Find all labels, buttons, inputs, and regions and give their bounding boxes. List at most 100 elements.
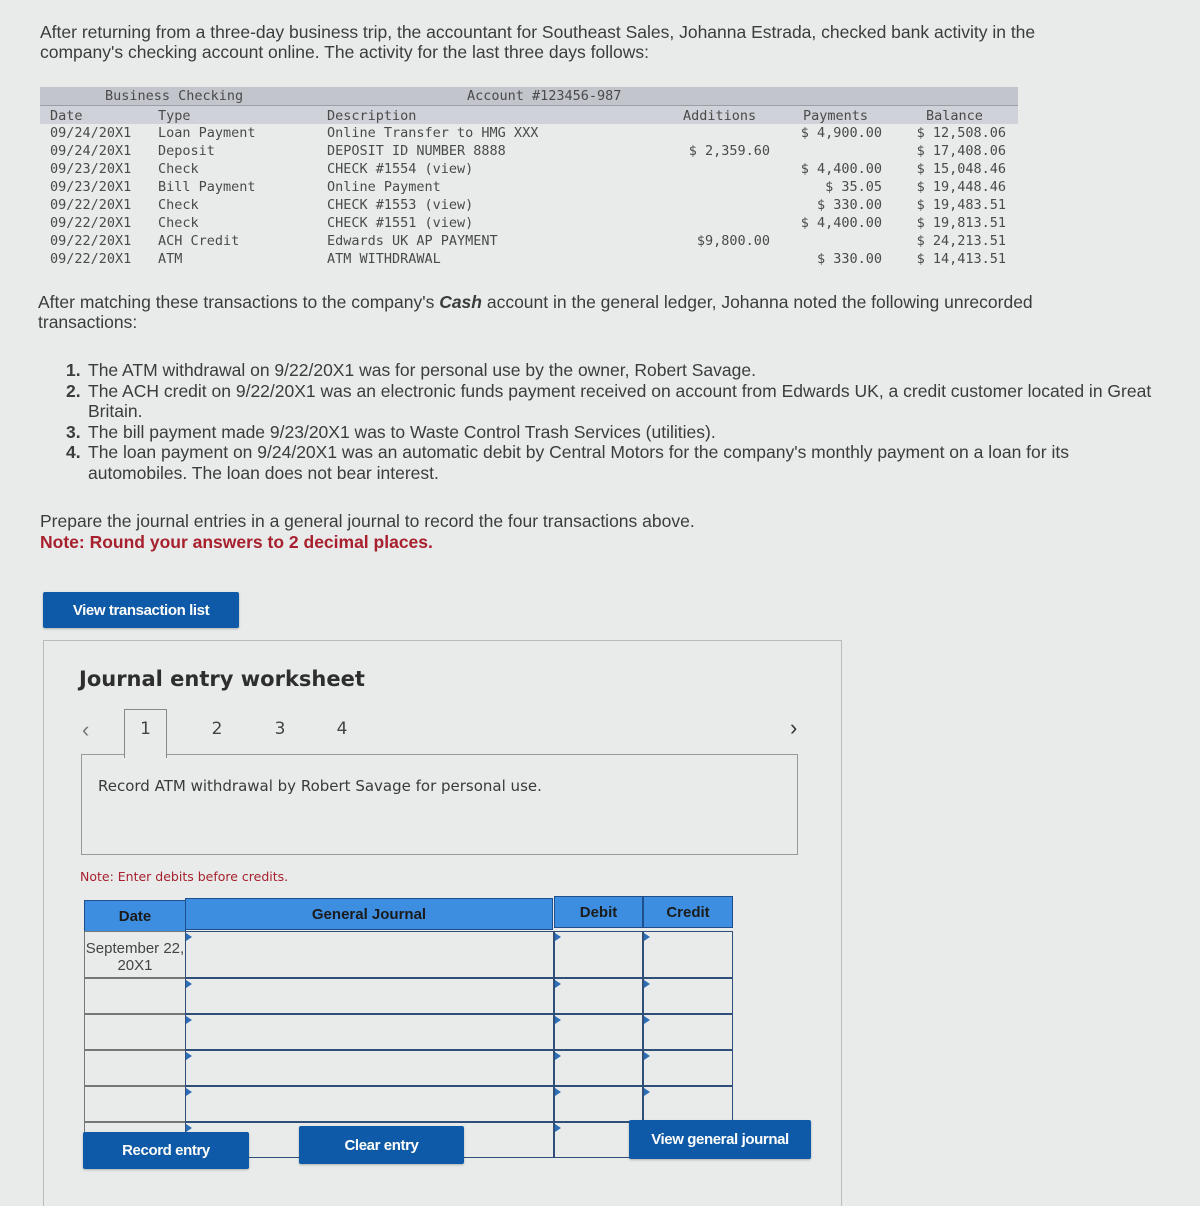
item-number: 1.	[66, 360, 81, 380]
header-debit: Debit	[554, 896, 643, 928]
credit-input[interactable]	[643, 1050, 733, 1086]
header-date: Date	[84, 900, 186, 932]
bank-row: 09/24/20X1 Loan Payment Online Transfer to…	[40, 124, 1018, 142]
row-description: Online Payment	[327, 179, 441, 195]
debit-input[interactable]	[554, 978, 643, 1014]
bank-row: 09/22/20X1 Check CHECK #1553 (view) $ 330.0…	[40, 196, 1018, 214]
list-item: 4. The loan payment on 9/24/20X1 was an a…	[66, 442, 1166, 483]
dropdown-marker-icon	[644, 1088, 650, 1096]
debit-input[interactable]	[554, 1014, 643, 1050]
chevron-left-icon[interactable]: ‹	[82, 717, 89, 743]
clear-entry-button[interactable]: Clear entry	[299, 1126, 464, 1164]
header-description: Description	[327, 108, 417, 124]
row-balance: $ 19,448.46	[916, 179, 1006, 195]
para2-before: After matching these transactions to the…	[38, 292, 440, 312]
row-balance: $ 24,213.51	[916, 233, 1006, 249]
dropdown-marker-icon	[186, 980, 192, 988]
dropdown-marker-icon	[186, 1124, 192, 1132]
instructions-text: Prepare the journal entries in a general…	[40, 511, 695, 531]
row-payments: $ 4,900.00	[800, 125, 882, 141]
bank-row: 09/22/20X1 ATM ATM WITHDRAWAL $ 330.00 $ 14,…	[40, 250, 1018, 268]
account-select[interactable]	[185, 1086, 554, 1122]
matching-paragraph: After matching these transactions to the…	[38, 292, 1128, 332]
date-cell	[84, 1050, 186, 1086]
bank-row: 09/23/20X1 Bill Payment Online Payment $ 35…	[40, 178, 1018, 196]
dropdown-marker-icon	[644, 1052, 650, 1060]
dropdown-marker-icon	[644, 980, 650, 988]
tab-3[interactable]: 3	[265, 719, 295, 739]
bank-row: 09/24/20X1 Deposit DEPOSIT ID NUMBER 8888 $…	[40, 142, 1018, 160]
row-balance: $ 15,048.46	[916, 161, 1006, 177]
account-select[interactable]	[185, 1014, 554, 1050]
dropdown-marker-icon	[186, 1016, 192, 1024]
row-date: 09/22/20X1	[50, 233, 132, 249]
header-date: Date	[50, 108, 83, 124]
dropdown-marker-icon	[186, 933, 192, 941]
date-cell	[84, 1014, 186, 1050]
view-general-journal-button[interactable]: View general journal	[629, 1120, 811, 1159]
intro-text: After returning from a three-day busines…	[40, 22, 1036, 62]
row-type: Bill Payment	[158, 179, 256, 195]
row-payments: $ 330.00	[816, 197, 882, 213]
bank-rows: 09/24/20X1 Loan Payment Online Transfer to…	[40, 124, 1018, 268]
account-select[interactable]	[185, 978, 554, 1014]
debit-input[interactable]	[554, 1050, 643, 1086]
row-description[interactable]: CHECK #1554 (view)	[327, 160, 473, 178]
list-item: 2. The ACH credit on 9/22/20X1 was an ele…	[66, 381, 1166, 422]
bank-statement: Business Checking Account #123456-987 Da…	[40, 87, 1018, 268]
account-select[interactable]	[185, 931, 554, 978]
item-text: The ATM withdrawal on 9/22/20X1 was for …	[88, 360, 756, 380]
item-number: 2.	[66, 380, 81, 401]
row-type: Deposit	[158, 143, 215, 159]
dropdown-marker-icon	[186, 1052, 192, 1060]
header-general-journal: General Journal	[185, 898, 553, 930]
row-balance: $ 12,508.06	[916, 125, 1006, 141]
row-type: ATM	[158, 251, 183, 267]
tab-1[interactable]: 1	[124, 709, 167, 758]
credit-input[interactable]	[643, 1086, 733, 1122]
prompt-text: Record ATM withdrawal by Robert Savage f…	[98, 777, 542, 795]
row-date: 09/24/20X1	[50, 125, 132, 141]
row-date: 09/22/20X1	[50, 215, 132, 231]
row-type: Check	[158, 215, 199, 231]
row-date: 09/23/20X1	[50, 161, 132, 177]
tab-2[interactable]: 2	[202, 719, 232, 739]
row-description[interactable]: CHECK #1551 (view)	[327, 214, 473, 232]
instructions: Prepare the journal entries in a general…	[40, 511, 695, 553]
dropdown-marker-icon	[555, 1088, 561, 1096]
tab-4[interactable]: 4	[327, 719, 357, 739]
header-additions: Additions	[683, 108, 757, 124]
row-type: Loan Payment	[158, 125, 256, 141]
rounding-note: Note: Round your answers to 2 decimal pl…	[40, 532, 433, 552]
row-payments: $ 330.00	[816, 251, 882, 267]
bank-row: 09/23/20X1 Check CHECK #1554 (view) $ 4,400…	[40, 160, 1018, 178]
row-type: Check	[158, 197, 199, 213]
date-cell	[84, 978, 186, 1014]
debit-input[interactable]	[554, 1086, 643, 1122]
item-number: 4.	[66, 442, 81, 462]
chevron-right-icon[interactable]: ›	[790, 715, 797, 741]
row-description: ATM WITHDRAWAL	[327, 251, 441, 267]
item-text: The loan payment on 9/24/20X1 was an aut…	[88, 442, 1069, 483]
row-balance: $ 19,813.51	[916, 215, 1006, 231]
record-entry-button[interactable]: Record entry	[83, 1132, 249, 1169]
row-description[interactable]: CHECK #1553 (view)	[327, 196, 473, 214]
account-number: Account #123456-987	[467, 88, 622, 104]
credit-input[interactable]	[643, 978, 733, 1014]
row-additions: $ 2,359.60	[688, 143, 770, 159]
debits-note: Note: Enter debits before credits.	[80, 869, 289, 884]
row-type: ACH Credit	[158, 233, 240, 249]
view-transaction-list-button[interactable]: View transaction list	[43, 592, 239, 628]
row-description: DEPOSIT ID NUMBER 8888	[327, 143, 506, 159]
dropdown-marker-icon	[555, 1052, 561, 1060]
date-cell	[84, 1086, 186, 1122]
dropdown-marker-icon	[555, 1016, 561, 1024]
list-item: 1. The ATM withdrawal on 9/22/20X1 was fo…	[66, 360, 1166, 381]
account-select[interactable]	[185, 1050, 554, 1086]
credit-input[interactable]	[643, 931, 733, 978]
bank-row: 09/22/20X1 Check CHECK #1551 (view) $ 4,400…	[40, 214, 1018, 232]
debit-input[interactable]	[554, 931, 643, 978]
item-number: 3.	[66, 421, 81, 442]
credit-input[interactable]	[643, 1014, 733, 1050]
prompt-box: Record ATM withdrawal by Robert Savage f…	[81, 754, 798, 855]
